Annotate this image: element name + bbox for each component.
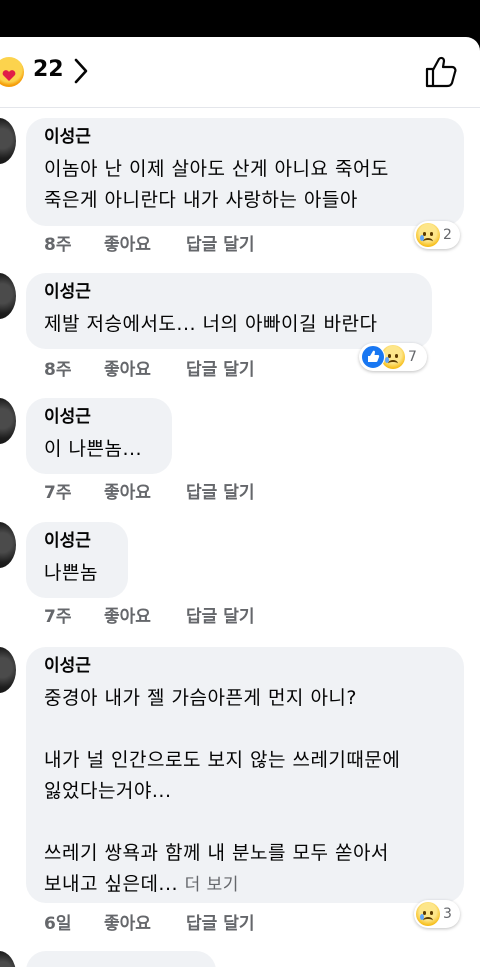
reaction-summary[interactable]: 2: [414, 221, 460, 249]
comment-time[interactable]: 7주: [44, 478, 71, 503]
comment-author[interactable]: 이성근: [44, 404, 156, 430]
comment-text-body: 중경아 내가 젤 가슴아픈게 먼지 아니? 내가 널 인간으로도 보지 않는 쓰…: [44, 687, 401, 895]
avatar[interactable]: [0, 273, 16, 319]
reactions-header: 22: [0, 37, 480, 108]
comment-bubble: 이성근 제발 저승에서도... 너의 아빠이길 바란다: [26, 273, 432, 349]
reply-button[interactable]: 답글 달기: [186, 355, 254, 380]
sad-reaction-icon: [416, 223, 440, 247]
comment-text: 이 나쁜놈...: [44, 438, 143, 460]
comment-text: 이놈아 난 이제 살아도 산게 아니요 죽어도 죽은게 아니란다 내가 사랑하는…: [44, 158, 389, 211]
comment-bubble: 이성근 이 나쁜놈...: [26, 398, 172, 474]
reply-button[interactable]: 답글 달기: [186, 909, 254, 934]
comment-time[interactable]: 8주: [44, 230, 71, 255]
sad-reaction-icon: [416, 902, 440, 926]
comment-author[interactable]: 이성근: [44, 653, 448, 679]
like-button[interactable]: 좋아요: [104, 230, 151, 255]
reaction-summary-count: 3: [443, 906, 452, 922]
like-button[interactable]: 좋아요: [104, 478, 151, 503]
avatar[interactable]: [0, 522, 16, 568]
comment-text: 중경아 내가 젤 가슴아픈게 먼지 아니? 내가 널 인간으로도 보지 않는 쓰…: [44, 683, 448, 901]
avatar[interactable]: [0, 118, 16, 164]
comment-time[interactable]: 8주: [44, 355, 71, 380]
reply-button[interactable]: 답글 달기: [186, 602, 254, 627]
reaction-summary[interactable]: 7: [359, 343, 427, 371]
comment-author[interactable]: 이성근: [44, 124, 448, 150]
like-button[interactable]: 좋아요: [104, 355, 151, 380]
see-more-link[interactable]: 더 보기: [185, 875, 239, 895]
comment-time[interactable]: 6일: [44, 909, 71, 934]
avatar[interactable]: [0, 951, 16, 967]
thumbs-up-icon[interactable]: [424, 55, 458, 89]
like-button[interactable]: 좋아요: [104, 909, 151, 934]
reply-button[interactable]: 답글 달기: [186, 478, 254, 503]
reply-button[interactable]: 답글 달기: [186, 230, 254, 255]
heart-hug-emoji-icon[interactable]: [0, 57, 24, 87]
comment-bubble: 이성근 이놈아 난 이제 살아도 산게 아니요 죽어도 죽은게 아니란다 내가 …: [26, 118, 464, 226]
comment-author[interactable]: 이성근: [44, 528, 112, 554]
comments-panel: 22 이성근 이놈아 난 이제 살아도 산게 아니요 죽어도 죽은게 아니란다 …: [0, 37, 480, 967]
comment-bubble: [26, 951, 216, 967]
avatar[interactable]: [0, 398, 16, 444]
like-button[interactable]: 좋아요: [104, 602, 151, 627]
comment-bubble: 이성근 나쁜놈: [26, 522, 128, 598]
comment-time[interactable]: 7주: [44, 602, 71, 627]
reaction-summary-count: 7: [408, 349, 417, 365]
comment-author[interactable]: 이성근: [44, 279, 416, 305]
reaction-count[interactable]: 22: [33, 57, 64, 82]
comment-bubble: 이성근 중경아 내가 젤 가슴아픈게 먼지 아니? 내가 널 인간으로도 보지 …: [26, 647, 464, 903]
comment-text: 제발 저승에서도... 너의 아빠이길 바란다: [44, 313, 378, 335]
chevron-right-icon[interactable]: [72, 57, 90, 85]
reaction-summary[interactable]: 3: [414, 900, 460, 928]
comment-text: 나쁜놈: [44, 562, 98, 584]
like-reaction-icon: [361, 345, 385, 369]
avatar[interactable]: [0, 647, 16, 693]
reaction-summary-count: 2: [443, 227, 452, 243]
